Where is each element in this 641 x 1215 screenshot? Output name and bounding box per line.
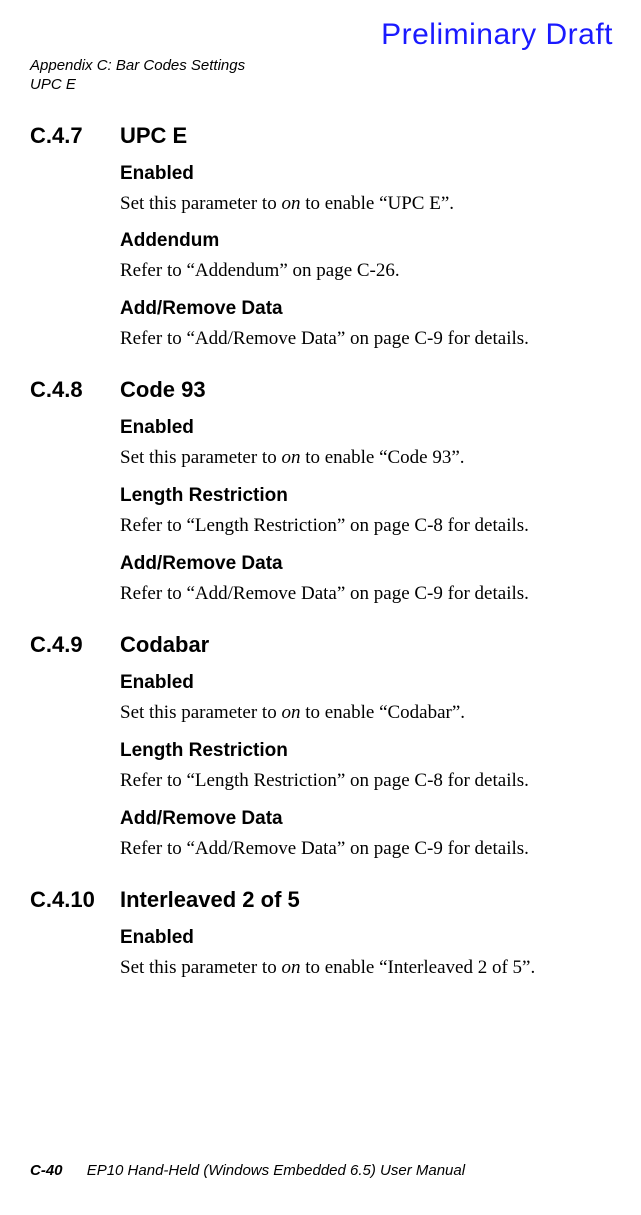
sub-heading: Enabled [120,672,611,694]
section-c48: C.4.8 Code 93 Enabled Set this parameter… [30,377,611,606]
subsection-enabled: Enabled Set this parameter to on to enab… [120,672,611,726]
subsection-add-remove-data: Add/Remove Data Refer to “Add/Remove Dat… [120,553,611,607]
section-title: Code 93 [120,377,206,403]
watermark-text: Preliminary Draft [381,18,613,52]
sub-heading: Addendum [120,230,611,252]
body-text: Set this parameter to on to enable “UPC … [120,191,611,217]
footer-title: EP10 Hand-Held (Windows Embedded 6.5) Us… [87,1162,465,1179]
body-text: Refer to “Length Restriction” on page C-… [120,768,611,794]
section-number: C.4.10 [30,887,120,913]
body-text: Refer to “Addendum” on page C-26. [120,258,611,284]
body-text: Set this parameter to on to enable “Code… [120,445,611,471]
section-number: C.4.8 [30,377,120,403]
section-c47: C.4.7 UPC E Enabled Set this parameter t… [30,123,611,352]
page-footer: C-40 EP10 Hand-Held (Windows Embedded 6.… [30,1162,465,1179]
body-text: Set this parameter to on to enable “Coda… [120,700,611,726]
body-text: Set this parameter to on to enable “Inte… [120,955,611,981]
body-text: Refer to “Add/Remove Data” on page C-9 f… [120,836,611,862]
section-heading: C.4.7 UPC E [30,123,611,149]
subsection-add-remove-data: Add/Remove Data Refer to “Add/Remove Dat… [120,808,611,862]
section-title: Interleaved 2 of 5 [120,887,300,913]
sub-heading: Enabled [120,417,611,439]
sub-heading: Enabled [120,927,611,949]
page-number: C-40 [30,1162,63,1179]
body-text: Refer to “Add/Remove Data” on page C-9 f… [120,326,611,352]
section-heading: C.4.9 Codabar [30,632,611,658]
section-heading: C.4.8 Code 93 [30,377,611,403]
section-title: Codabar [120,632,209,658]
body-text: Refer to “Length Restriction” on page C-… [120,513,611,539]
subsection-add-remove-data: Add/Remove Data Refer to “Add/Remove Dat… [120,298,611,352]
section-title: UPC E [120,123,187,149]
sub-heading: Add/Remove Data [120,553,611,575]
section-number: C.4.7 [30,123,120,149]
section-number: C.4.9 [30,632,120,658]
body-text: Refer to “Add/Remove Data” on page C-9 f… [120,581,611,607]
subsection-enabled: Enabled Set this parameter to on to enab… [120,417,611,471]
section-c49: C.4.9 Codabar Enabled Set this parameter… [30,632,611,861]
sub-heading: Add/Remove Data [120,808,611,830]
subsection-length-restriction: Length Restriction Refer to “Length Rest… [120,740,611,794]
sub-heading: Length Restriction [120,740,611,762]
subsection-addendum: Addendum Refer to “Addendum” on page C-2… [120,230,611,284]
sub-heading: Length Restriction [120,485,611,507]
header-line1: Appendix C: Bar Codes Settings [30,57,611,76]
running-header: Appendix C: Bar Codes Settings UPC E [30,57,611,95]
section-c410: C.4.10 Interleaved 2 of 5 Enabled Set th… [30,887,611,981]
header-line2: UPC E [30,76,611,95]
sub-heading: Enabled [120,163,611,185]
subsection-enabled: Enabled Set this parameter to on to enab… [120,927,611,981]
section-heading: C.4.10 Interleaved 2 of 5 [30,887,611,913]
subsection-enabled: Enabled Set this parameter to on to enab… [120,163,611,217]
sub-heading: Add/Remove Data [120,298,611,320]
subsection-length-restriction: Length Restriction Refer to “Length Rest… [120,485,611,539]
